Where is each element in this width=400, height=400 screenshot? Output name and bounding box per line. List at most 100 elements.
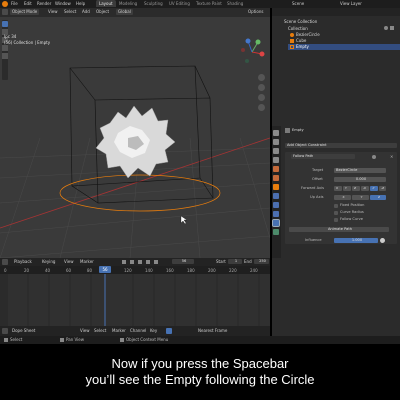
outliner-item-empty[interactable]: Empty [296, 44, 309, 49]
dopesheet-menu-marker[interactable]: Marker [110, 328, 128, 334]
view-layer-tab-icon[interactable] [273, 157, 279, 163]
menu-select[interactable]: Select [62, 9, 78, 15]
play-reverse-icon[interactable] [138, 260, 142, 264]
dopesheet-editor-icon[interactable] [2, 328, 8, 334]
fixed-position-checkbox[interactable] [334, 204, 338, 208]
menu-window[interactable]: Window [55, 1, 71, 6]
particles-tab-icon[interactable] [273, 202, 279, 208]
constraint-tab-icon[interactable] [272, 219, 280, 227]
up-axis-x[interactable]: X [334, 195, 351, 200]
scene-selector[interactable]: Scene [292, 1, 304, 6]
curve-radius-checkbox[interactable] [334, 211, 338, 215]
physics-tab-icon[interactable] [273, 211, 279, 217]
blender-logo-icon[interactable] [2, 1, 8, 7]
properties-lower-area [272, 258, 400, 336]
menu-render[interactable]: Render [37, 1, 51, 6]
data-tab-icon[interactable] [273, 229, 279, 235]
tab-modeling[interactable]: Modeling [116, 0, 140, 7]
menu-view[interactable]: View [46, 9, 60, 15]
end-field[interactable]: 250 [254, 259, 269, 264]
timeline-editor-icon[interactable] [2, 259, 8, 265]
timeline-area[interactable] [8, 274, 270, 326]
menu-add[interactable]: Add [80, 9, 92, 15]
keyframe-dot-icon[interactable] [380, 238, 385, 243]
outliner-item-beziercircle[interactable]: BezierCircle [296, 32, 320, 37]
timeline-ruler[interactable]: 0 20 40 60 80 120 140 160 180 200 220 24… [0, 266, 270, 274]
outliner-item-collection[interactable]: Collection [288, 26, 308, 31]
camera-view-icon[interactable] [258, 94, 265, 101]
forward-axis-x[interactable]: X [334, 186, 342, 191]
dopesheet-header: Dope Sheet View Select Marker Channel Ke… [0, 326, 270, 336]
prev-key-icon[interactable] [130, 260, 134, 264]
menu-edit[interactable]: Edit [24, 1, 32, 6]
visibility-eye-icon[interactable] [384, 26, 388, 30]
constraint-name-field[interactable]: Follow Path [291, 154, 355, 159]
influence-slider[interactable]: 1.000 [334, 238, 378, 243]
forward-axis-y[interactable]: Y [343, 186, 351, 191]
mode-selector[interactable]: Object Mode [10, 9, 40, 15]
dopesheet-menu-key[interactable]: Key [148, 328, 159, 334]
tab-sculpting[interactable]: Sculpting [141, 0, 166, 7]
tab-shading[interactable]: Shading [224, 0, 246, 7]
editor-type-icon[interactable] [2, 9, 8, 15]
top-bar: File Edit Render Window Help Layout Mode… [0, 0, 400, 8]
dopesheet-mode[interactable]: Dope Sheet [10, 328, 37, 334]
pan-hand-icon[interactable] [258, 84, 265, 91]
orientation-selector[interactable]: Global [116, 9, 133, 15]
navigation-gizmo[interactable] [238, 38, 266, 66]
scene-tab-icon[interactable] [273, 166, 279, 172]
tab-uv-editing[interactable]: UV Editing [166, 0, 193, 7]
constraint-eye-icon[interactable] [372, 155, 376, 159]
snap-toggle-icon[interactable] [166, 328, 172, 334]
outliner-item-cube[interactable]: Cube [296, 38, 306, 43]
select-tool-icon[interactable] [2, 21, 8, 27]
animate-path-button[interactable]: Animate Path [289, 227, 389, 232]
playhead-frame-label: 56 [102, 267, 108, 272]
forward-axis-z[interactable]: Z [352, 186, 360, 191]
forward-axis-neg-y[interactable]: -Y [370, 186, 378, 191]
zoom-icon[interactable] [258, 74, 265, 81]
offset-field[interactable]: 0.000 [334, 177, 386, 182]
snap-mode-selector[interactable]: Nearest Frame [196, 328, 229, 334]
object-tab-icon[interactable] [273, 184, 279, 190]
outliner-scene-collection[interactable]: Scene Collection [284, 19, 317, 24]
up-axis-y[interactable]: Y [352, 195, 369, 200]
menu-help[interactable]: Help [76, 1, 85, 6]
view-layer-selector[interactable]: View Layer [340, 1, 362, 6]
tool-tab-icon[interactable] [273, 130, 279, 136]
world-tab-icon[interactable] [273, 175, 279, 181]
target-field[interactable]: BezierCircle [334, 168, 386, 173]
menu-keying[interactable]: Keying [40, 259, 57, 265]
menu-marker[interactable]: Marker [78, 259, 96, 265]
tab-layout[interactable]: Layout [96, 0, 116, 7]
playhead-handle[interactable]: 56 [99, 266, 111, 273]
render-camera-icon[interactable] [390, 26, 394, 30]
menu-file[interactable]: File [11, 1, 18, 6]
scale-tool-icon[interactable] [2, 53, 8, 59]
output-tab-icon[interactable] [273, 148, 279, 154]
dopesheet-menu-channel[interactable]: Channel [128, 328, 148, 334]
up-axis-z[interactable]: Z [370, 195, 386, 200]
3d-viewport[interactable]: Object Mode View Select Add Object Globa… [0, 8, 270, 258]
dopesheet-menu-view[interactable]: View [78, 328, 92, 334]
tab-texture-paint[interactable]: Texture Paint [193, 0, 225, 7]
close-icon[interactable]: ✕ [390, 155, 394, 159]
perspective-toggle-icon[interactable] [258, 104, 265, 111]
follow-curve-checkbox[interactable] [334, 218, 338, 222]
render-tab-icon[interactable] [273, 139, 279, 145]
next-key-icon[interactable] [154, 260, 158, 264]
menu-object[interactable]: Object [94, 9, 111, 15]
rotate-tool-icon[interactable] [2, 45, 8, 51]
modifier-tab-icon[interactable] [273, 193, 279, 199]
forward-axis-neg-x[interactable]: -X [361, 186, 369, 191]
options-menu[interactable]: Options [246, 9, 265, 15]
start-field[interactable]: 1 [228, 259, 242, 264]
dopesheet-menu-select[interactable]: Select [92, 328, 108, 334]
forward-axis-neg-z[interactable]: -Z [379, 186, 386, 191]
menu-timeline-view[interactable]: View [62, 259, 76, 265]
current-frame-field[interactable]: 56 [172, 259, 194, 264]
menu-playback[interactable]: Playback [12, 259, 34, 265]
add-constraint-dropdown[interactable]: Add Object Constraint [285, 143, 397, 148]
jump-start-icon[interactable] [122, 260, 126, 264]
play-icon[interactable] [146, 260, 150, 264]
